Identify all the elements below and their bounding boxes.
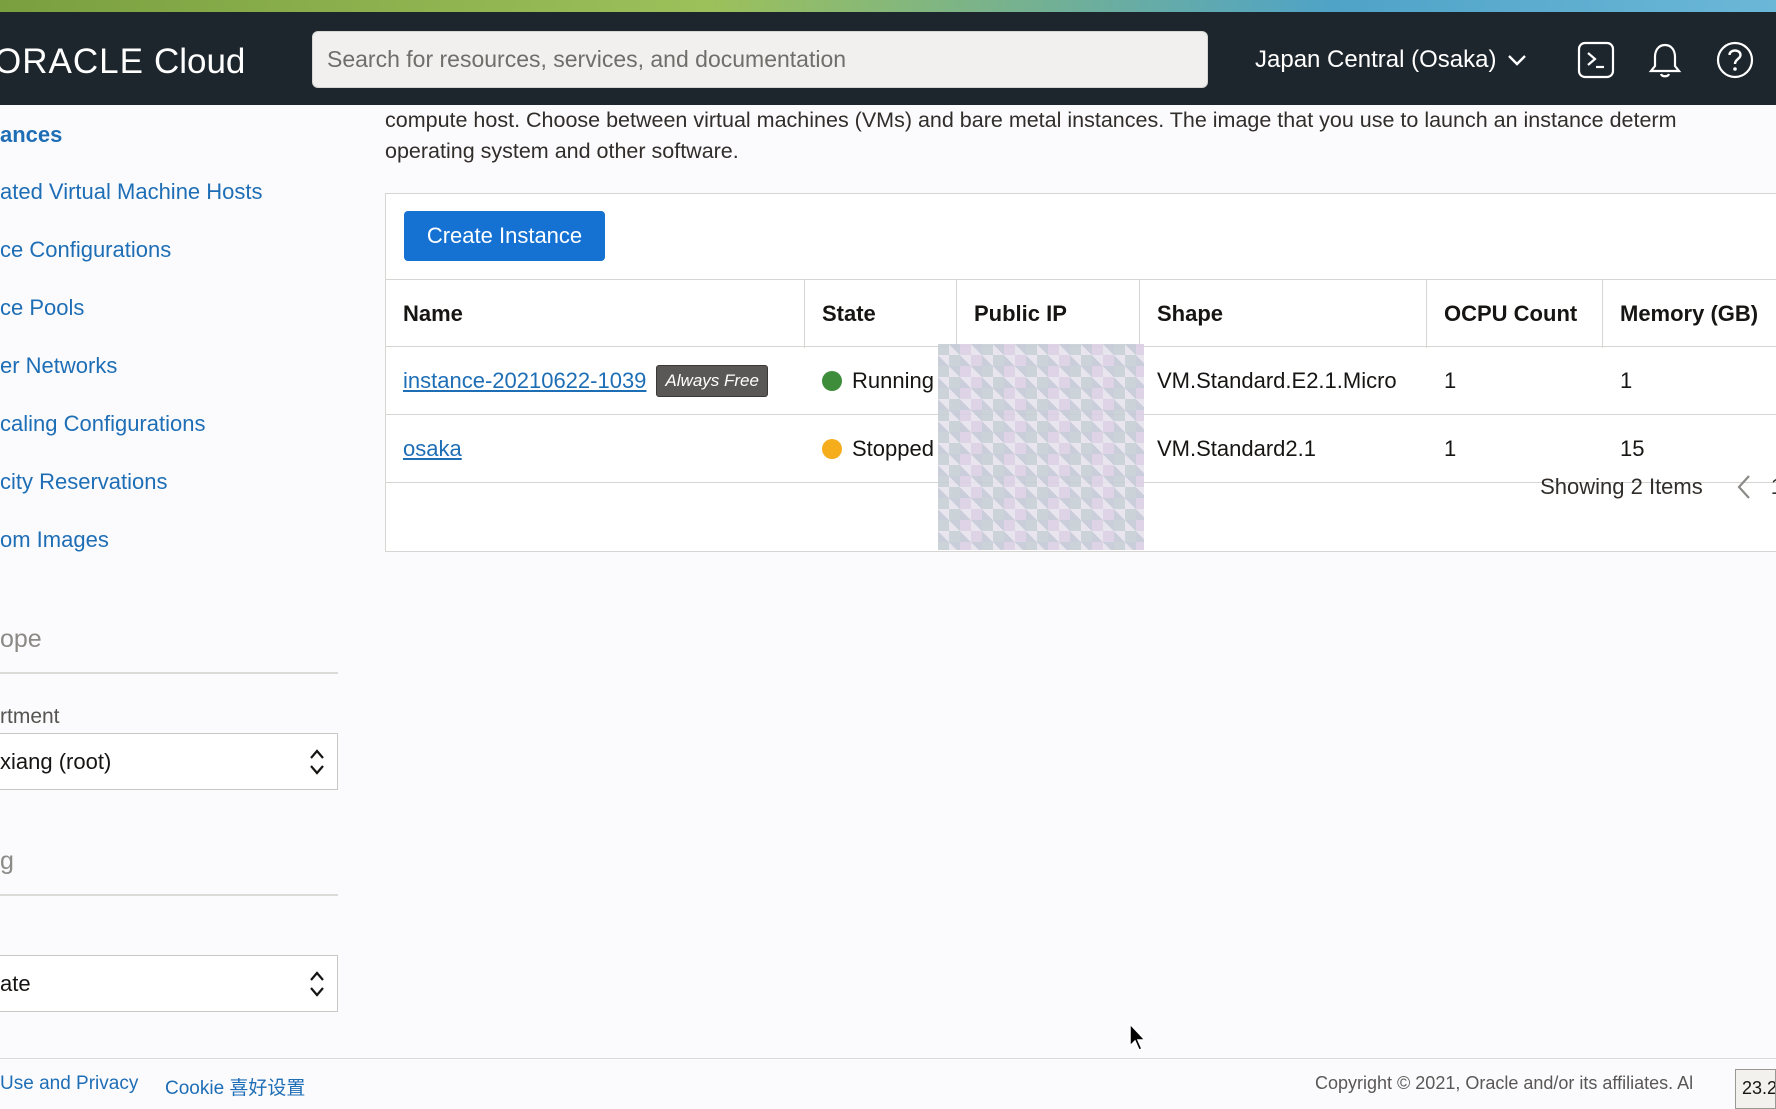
scope-heading: ope: [0, 625, 42, 653]
always-free-badge: Always Free: [656, 365, 768, 397]
page-number[interactable]: 1: [1771, 474, 1776, 500]
sidebar-item-autoscaling-configurations[interactable]: caling Configurations: [0, 411, 205, 437]
region-label: Japan Central (Osaka): [1255, 46, 1497, 73]
instance-link[interactable]: osaka: [403, 436, 462, 462]
compartment-select[interactable]: xiang (root): [0, 733, 338, 790]
help-icon[interactable]: [1715, 40, 1755, 80]
sidebar-item-capacity-reservations[interactable]: city Reservations: [0, 469, 168, 495]
cell-state: Running: [805, 347, 957, 415]
sidebar-item-instance-configurations[interactable]: ce Configurations: [0, 237, 171, 263]
select-arrows-icon: [310, 971, 324, 997]
top-accent-stripe: [0, 0, 1776, 12]
redacted-public-ip-overlay: [938, 344, 1144, 550]
description-line-2: operating system and other software.: [385, 139, 739, 163]
chevron-left-icon[interactable]: [1733, 473, 1755, 501]
filter-heading: g: [0, 847, 14, 875]
column-header-memory[interactable]: Memory (GB): [1603, 280, 1776, 348]
cloud-shell-icon[interactable]: [1576, 40, 1616, 80]
pager-count: Showing 2 Items: [1540, 474, 1703, 499]
sidebar-item-cluster-networks[interactable]: er Networks: [0, 353, 117, 379]
footer: Use and Privacy Cookie 喜好设置 Copyright © …: [0, 1058, 1776, 1109]
status-dot-stopped: [822, 439, 842, 459]
description-line-1: compute host. Choose between virtual mac…: [385, 108, 1677, 132]
table-header: Name State Public IP Shape OCPU Count Me…: [386, 279, 1776, 348]
bell-icon[interactable]: [1645, 40, 1685, 80]
chevron-down-icon: [1508, 55, 1527, 66]
sidebar-item-instances[interactable]: ances: [0, 122, 62, 148]
search-input[interactable]: [313, 32, 1207, 87]
column-header-ocpu-count[interactable]: OCPU Count: [1427, 280, 1603, 348]
state-text: Running: [852, 368, 934, 393]
region-selector[interactable]: Japan Central (Osaka): [1255, 42, 1528, 78]
cell-state: Stopped: [805, 415, 957, 483]
cell-name: osaka: [386, 415, 805, 483]
select-arrows-icon: [310, 749, 324, 775]
sidebar-item-instance-pools[interactable]: ce Pools: [0, 295, 84, 321]
instance-link[interactable]: instance-20210622-1039: [403, 368, 646, 394]
copyright-text: Copyright © 2021, Oracle and/or its affi…: [1315, 1073, 1694, 1093]
global-search[interactable]: [312, 31, 1208, 88]
sidebar-item-custom-images[interactable]: om Images: [0, 527, 109, 553]
compartment-value: xiang (root): [0, 748, 112, 774]
cell-name: instance-20210622-1039 Always Free: [386, 347, 805, 415]
cookie-preferences-link[interactable]: Cookie 喜好设置: [165, 1073, 305, 1100]
state-select[interactable]: ate: [0, 955, 338, 1012]
logo-product: Cloud: [153, 42, 246, 81]
pagination: Showing 2 Items 1: [1540, 462, 1776, 512]
top-header: ORACLE Cloud Japan Central (Osaka): [0, 12, 1776, 105]
filter-divider: [0, 894, 338, 896]
column-header-state[interactable]: State: [805, 280, 957, 348]
mouse-pointer-icon: [1129, 1022, 1147, 1051]
state-value: ate: [0, 970, 31, 996]
cell-shape: VM.Standard.E2.1.Micro: [1157, 368, 1397, 393]
scope-divider: [0, 672, 338, 674]
version-badge: 23.2: [1735, 1069, 1776, 1109]
column-header-public-ip[interactable]: Public IP: [957, 280, 1140, 348]
logo-brand: ORACLE: [0, 42, 144, 81]
state-text: Stopped: [852, 436, 934, 461]
compartment-label: rtment: [0, 705, 60, 728]
oracle-cloud-logo[interactable]: ORACLE Cloud: [0, 42, 245, 82]
terms-privacy-link[interactable]: Use and Privacy: [0, 1073, 138, 1095]
sidebar: ances ated Virtual Machine Hosts ce Conf…: [0, 105, 340, 1060]
create-instance-button[interactable]: Create Instance: [404, 211, 605, 261]
cell-memory: 1: [1620, 368, 1633, 393]
cell-shape: VM.Standard2.1: [1157, 436, 1316, 461]
status-dot-running: [822, 371, 842, 391]
column-header-shape[interactable]: Shape: [1140, 280, 1427, 348]
page-description: compute host. Choose between virtual mac…: [385, 105, 1776, 167]
cell-ocpu: 1: [1444, 368, 1457, 393]
column-header-name[interactable]: Name: [386, 280, 805, 348]
sidebar-item-dedicated-vm-hosts[interactable]: ated Virtual Machine Hosts: [0, 179, 263, 205]
